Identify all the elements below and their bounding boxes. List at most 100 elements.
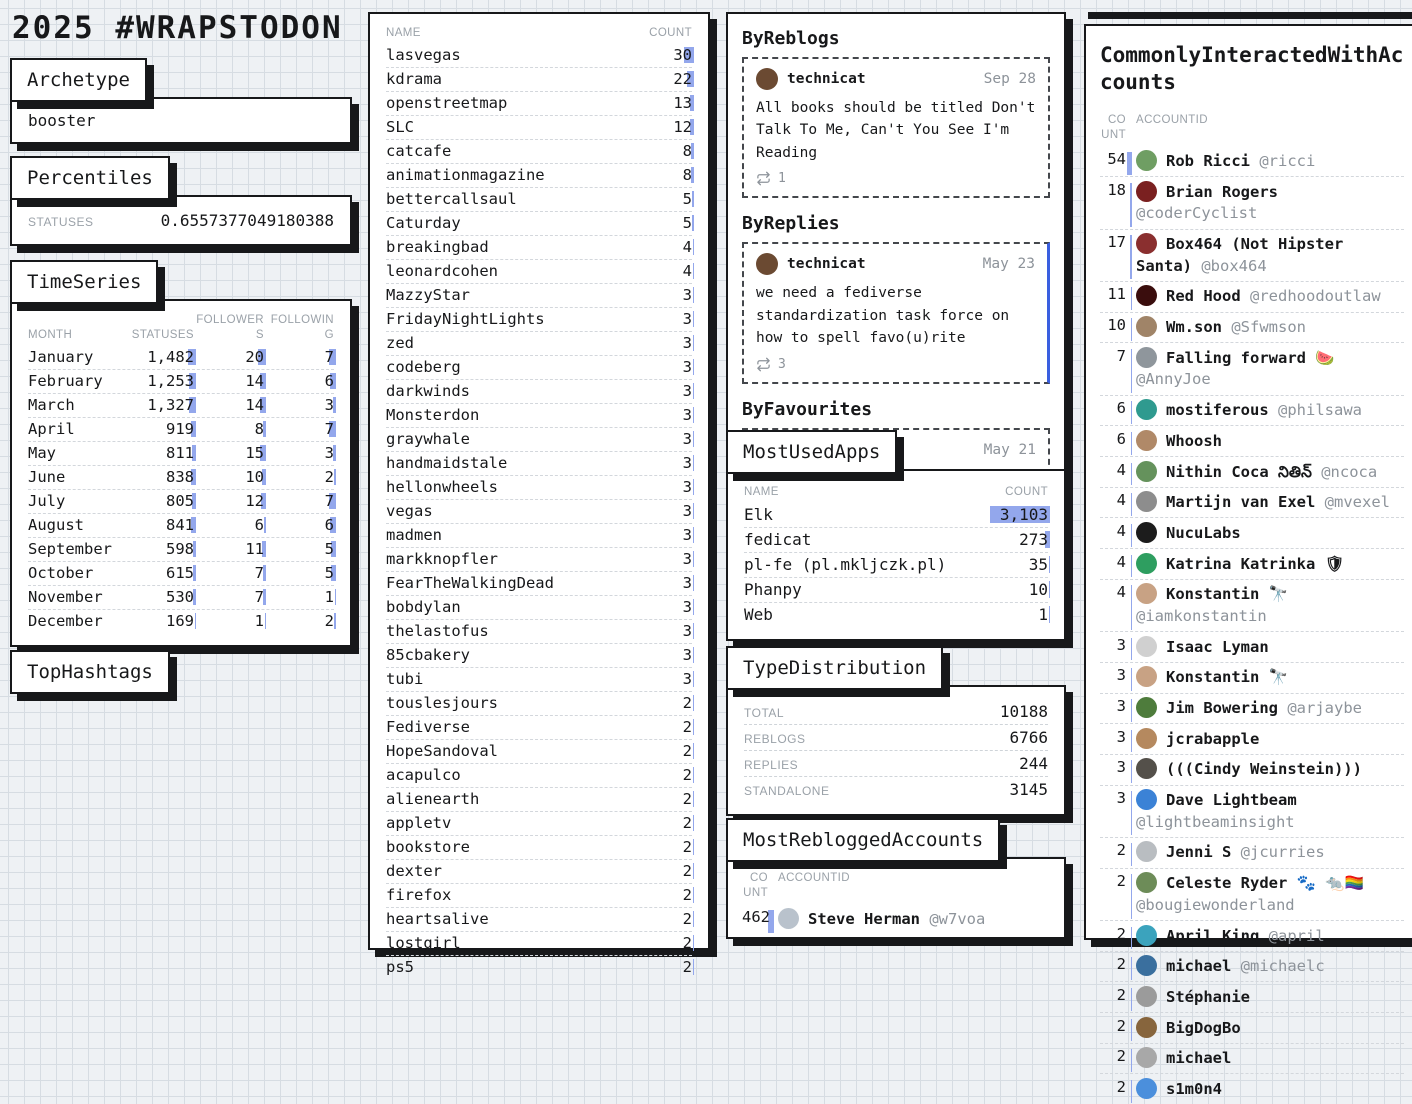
account-row[interactable]: 3 Jim Bowering @arjaybe	[1100, 693, 1404, 724]
account-row[interactable]: 2 s1m0n4	[1100, 1073, 1404, 1104]
count-bar	[693, 935, 694, 951]
hashtag-row[interactable]: touslesjours 2	[386, 691, 692, 715]
account-row[interactable]: 3 jcrabapple	[1100, 723, 1404, 754]
hashtag-row[interactable]: HopeSandoval 2	[386, 739, 692, 763]
account-row[interactable]: 18 Brian Rogers @coderCyclist	[1100, 176, 1404, 228]
hashtag-row[interactable]: Monsterdon 3	[386, 403, 692, 427]
hashtag-row[interactable]: SLC 12	[386, 115, 692, 139]
hashtag-row[interactable]: vegas 3	[386, 499, 692, 523]
hashtag-row[interactable]: 85cbakery 3	[386, 643, 692, 667]
hashtag-count-cell: 3	[630, 670, 692, 688]
count-bar	[1131, 1080, 1132, 1103]
account-row[interactable]: 7 Falling forward 🍉 @AnnyJoe	[1100, 342, 1404, 394]
hashtag-row[interactable]: darkwinds 3	[386, 379, 692, 403]
hashtag-row[interactable]: animationmagazine 8	[386, 163, 692, 187]
hashtag-row[interactable]: zed 3	[386, 331, 692, 355]
account-row[interactable]: 4 Nithin Coca నితిన్ @ncoca	[1100, 456, 1404, 487]
avatar	[1136, 666, 1157, 687]
type-row: REPLIES 244	[744, 750, 1048, 776]
hashtag-row[interactable]: dexter 2	[386, 859, 692, 883]
account-row[interactable]: 10 Wm.son @Sfwmson	[1100, 312, 1404, 343]
month-label: August	[28, 516, 124, 534]
hashtag-count-cell: 22	[630, 70, 692, 88]
hashtag-row[interactable]: lostgirl 2	[386, 931, 692, 955]
byreblogs-post[interactable]: technicat Sep 28 All books should be tit…	[742, 57, 1050, 198]
hashtag-row[interactable]: markknopfler 3	[386, 547, 692, 571]
hashtag-row[interactable]: breakingbad 4	[386, 235, 692, 259]
hashtag-row[interactable]: madmen 3	[386, 523, 692, 547]
hashtag-row[interactable]: tubi 3	[386, 667, 692, 691]
hashtag-row[interactable]: Fediverse 2	[386, 715, 692, 739]
account-name: Jim Bowering	[1166, 699, 1278, 717]
month-label: April	[28, 420, 124, 438]
hashtag-count-cell: 2	[630, 838, 692, 856]
hashtag-row[interactable]: openstreetmap 13	[386, 91, 692, 115]
hashtag-row[interactable]: Caturday 5	[386, 211, 692, 235]
followers-cell: 15	[194, 444, 264, 462]
account-row[interactable]: 2 Stéphanie	[1100, 981, 1404, 1012]
byreplies-post[interactable]: technicat May 23 we need a fediverse sta…	[742, 242, 1050, 383]
account-handle: @box464	[1201, 257, 1266, 275]
avatar	[1136, 1047, 1157, 1068]
hashtag-row[interactable]: FridayNightLights 3	[386, 307, 692, 331]
account-row[interactable]: 3 Dave Lightbeam @lightbeaminsight	[1100, 785, 1404, 837]
count-bar	[1131, 988, 1132, 1011]
account-row[interactable]: 2 michael	[1100, 1043, 1404, 1074]
hashtag-row[interactable]: kdrama 22	[386, 67, 692, 91]
account-row[interactable]: 2 Celeste Ryder 🐾 🐀🏳️‍🌈 @bougiewonderlan…	[1100, 868, 1404, 920]
account-row[interactable]: 2 April King @april	[1100, 920, 1404, 951]
hashtag-name: madmen	[386, 526, 630, 544]
hashtag-row[interactable]: appletv 2	[386, 811, 692, 835]
hashtag-row[interactable]: codeberg 3	[386, 355, 692, 379]
count-bar	[1131, 638, 1132, 661]
account-row[interactable]: 3 Konstantin 🔭	[1100, 662, 1404, 693]
account-row[interactable]: 4 Martijn van Exel @mvexel	[1100, 487, 1404, 518]
hashtag-row[interactable]: bookstore 2	[386, 835, 692, 859]
hashtag-row[interactable]: graywhale 3	[386, 427, 692, 451]
hashtag-name: dexter	[386, 862, 630, 880]
hashtag-count-cell: 3	[630, 598, 692, 616]
account-row[interactable]: 3 (((Cindy Weinstein)))	[1100, 754, 1404, 785]
avatar	[1136, 789, 1157, 810]
type-label: TOTAL	[744, 706, 784, 720]
hashtag-row[interactable]: catcafe 8	[386, 139, 692, 163]
account-row[interactable]: 3 Isaac Lyman	[1100, 631, 1404, 662]
hashtag-row[interactable]: FearTheWalkingDead 3	[386, 571, 692, 595]
account-id: April King @april	[1136, 925, 1404, 948]
hashtag-row[interactable]: hellonwheels 3	[386, 475, 692, 499]
hashtag-row[interactable]: alienearth 2	[386, 787, 692, 811]
account-row[interactable]: 4 Konstantin 🔭 @iamkonstantin	[1100, 579, 1404, 631]
count-bar	[693, 815, 694, 831]
account-row[interactable]: 2 michael @michaelc	[1100, 951, 1404, 982]
account-row[interactable]: 2 BigDogBo	[1100, 1012, 1404, 1043]
account-row[interactable]: 11 Red Hood @redhoodoutlaw	[1100, 281, 1404, 312]
account-row[interactable]: 2 Jenni S @jcurries	[1100, 837, 1404, 868]
account-row[interactable]: 4 NucuLabs	[1100, 517, 1404, 548]
followers-cell: 12	[194, 492, 264, 510]
col-header-name: NAME	[386, 26, 630, 41]
account-row[interactable]: 54 Rob Ricci @ricci	[1100, 146, 1404, 176]
account-row[interactable]: 6 Whoosh	[1100, 425, 1404, 456]
hashtag-row[interactable]: acapulco 2	[386, 763, 692, 787]
hashtag-row[interactable]: firefox 2	[386, 883, 692, 907]
hashtag-row[interactable]: heartsalive 2	[386, 907, 692, 931]
account-row[interactable]: 6 mostiferous @philsawa	[1100, 395, 1404, 426]
hashtag-row[interactable]: bettercallsaul 5	[386, 187, 692, 211]
account-row[interactable]: 17 Box464 (Not Hipster Santa) @box464	[1100, 229, 1404, 281]
col-header-count: COUNT	[630, 26, 692, 41]
hashtag-row[interactable]: handmaidstale 3	[386, 451, 692, 475]
account-row[interactable]: 4 Katrina Katrinka 🛡	[1100, 548, 1404, 579]
hashtag-row[interactable]: lasvegas 30	[386, 44, 692, 67]
hashtag-row[interactable]: ps5 2	[386, 955, 692, 979]
count-bar	[1131, 585, 1132, 629]
account-count: 10	[1100, 316, 1126, 339]
hashtag-row[interactable]: leonardcohen 4	[386, 259, 692, 283]
hashtag-row[interactable]: bobdylan 3	[386, 595, 692, 619]
hashtag-row[interactable]: thelastofus 3	[386, 619, 692, 643]
count-bar	[693, 551, 694, 567]
hashtag-row[interactable]: MazzyStar 3	[386, 283, 692, 307]
count-bar	[693, 839, 694, 855]
account-row[interactable]: 462 Steve Herman @w7voa	[742, 905, 1050, 935]
hashtag-name: bettercallsaul	[386, 190, 630, 208]
account-count: 11	[1100, 285, 1126, 308]
